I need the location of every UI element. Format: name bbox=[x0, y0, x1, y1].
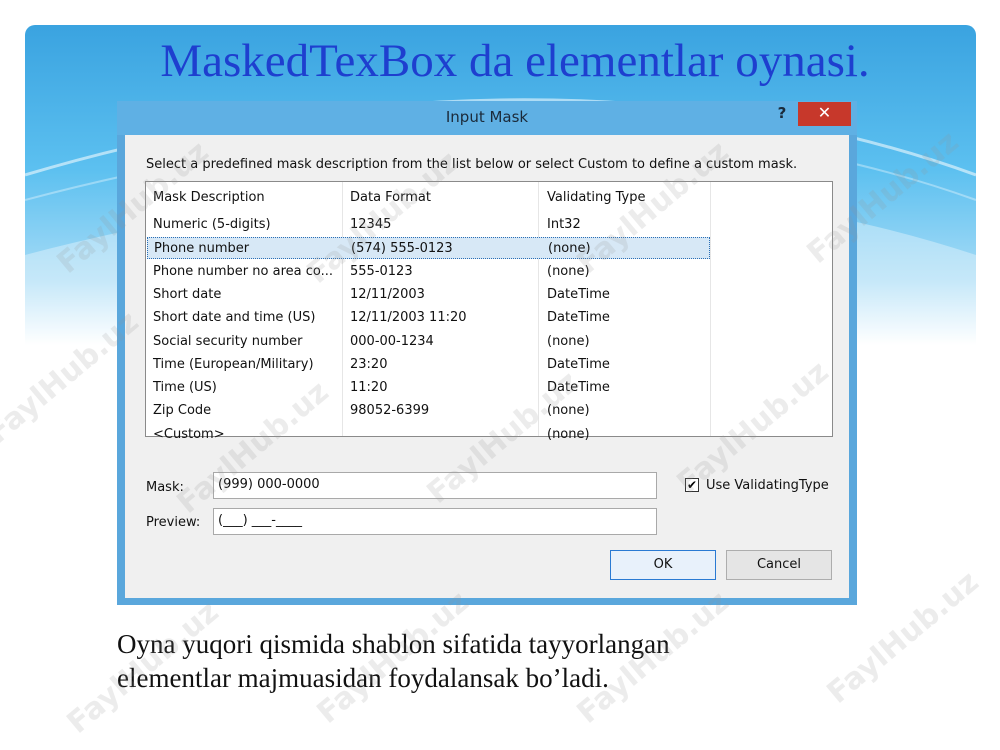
validating-type-cell: DateTime bbox=[547, 286, 610, 302]
use-validating-type-checkbox[interactable]: ✔ bbox=[685, 478, 699, 492]
mask-description-cell: Social security number bbox=[153, 333, 303, 349]
column-header-validating-type[interactable]: Validating Type bbox=[547, 190, 645, 205]
data-format-cell: 98052-6399 bbox=[350, 403, 430, 419]
use-validating-type-label[interactable]: Use ValidatingType bbox=[706, 478, 829, 493]
mask-description-cell: Zip Code bbox=[153, 403, 212, 419]
validating-type-cell: DateTime bbox=[547, 356, 610, 372]
dialog-titlebar[interactable]: Input Mask ? ✕ bbox=[117, 101, 857, 135]
validating-type-cell: (none) bbox=[547, 263, 590, 279]
mask-description-cell: Numeric (5-digits) bbox=[153, 217, 271, 232]
data-format-cell: (574) 555-0123 bbox=[351, 241, 453, 257]
list-item[interactable]: Numeric (5-digits) 12345 Int32 bbox=[147, 214, 710, 236]
data-format-cell: 555-0123 bbox=[350, 263, 413, 279]
list-item[interactable]: <Custom> (none) bbox=[147, 424, 710, 446]
help-button[interactable]: ? bbox=[772, 104, 792, 126]
preview-label: Preview: bbox=[146, 515, 201, 530]
data-format-cell: 12/11/2003 bbox=[350, 286, 425, 302]
instruction-text: Select a predefined mask description fro… bbox=[146, 157, 798, 172]
data-format-cell: 000-00-1234 bbox=[350, 333, 434, 349]
body-line-2: elementlar majmuasidan foydalansak bo’la… bbox=[117, 663, 609, 693]
validating-type-cell: (none) bbox=[547, 403, 590, 419]
validating-type-cell: DateTime bbox=[547, 310, 610, 326]
validating-type-cell: (none) bbox=[548, 241, 591, 257]
mask-description-cell: Phone number bbox=[154, 241, 250, 257]
preview-input[interactable]: (___) ___-____ bbox=[213, 508, 657, 535]
ok-button[interactable]: OK bbox=[610, 550, 716, 580]
mask-list[interactable]: Mask Description Data Format Validating … bbox=[145, 181, 833, 442]
close-button[interactable]: ✕ bbox=[798, 102, 851, 126]
list-item[interactable]: Phone number no area co... 555-0123 (none) bbox=[147, 261, 710, 283]
list-item[interactable]: Short date and time (US) 12/11/2003 11:20… bbox=[147, 307, 710, 329]
cancel-button[interactable]: Cancel bbox=[726, 550, 832, 580]
body-line-1: Oyna yuqori qismida shablon sifatida tay… bbox=[117, 629, 670, 659]
mask-description-cell: Time (European/Military) bbox=[153, 356, 314, 372]
validating-type-cell: (none) bbox=[547, 426, 590, 442]
list-item[interactable]: Short date 12/11/2003 DateTime bbox=[147, 284, 710, 306]
mask-description-cell: Phone number no area co... bbox=[153, 263, 333, 279]
list-item[interactable]: Time (US) 11:20 DateTime bbox=[147, 377, 710, 399]
list-item[interactable]: Zip Code 98052-6399 (none) bbox=[147, 400, 710, 422]
dialog-title: Input Mask bbox=[445, 108, 529, 126]
slide-body-text: Oyna yuqori qismida shablon sifatida tay… bbox=[117, 627, 937, 695]
data-format-cell: 11:20 bbox=[350, 380, 388, 396]
list-item[interactable]: Phone number (574) 555-0123 (none) bbox=[147, 237, 710, 260]
data-format-cell: 12/11/2003 11:20 bbox=[350, 310, 467, 326]
dialog-body: Select a predefined mask description fro… bbox=[125, 135, 849, 598]
column-header-mask-description[interactable]: Mask Description bbox=[153, 190, 265, 205]
list-item[interactable]: Time (European/Military) 23:20 DateTime bbox=[147, 354, 710, 376]
mask-description-cell: Short date bbox=[153, 286, 222, 302]
mask-description-cell: Time (US) bbox=[153, 380, 217, 396]
validating-type-cell: (none) bbox=[547, 333, 590, 349]
column-separator bbox=[710, 182, 711, 436]
column-header-data-format[interactable]: Data Format bbox=[350, 190, 431, 205]
slide-title: MaskedTexBox da elementlar oynasi. bbox=[160, 35, 870, 87]
data-format-cell: 23:20 bbox=[350, 356, 388, 372]
close-icon: ✕ bbox=[817, 103, 832, 122]
validating-type-cell: DateTime bbox=[547, 380, 610, 396]
mask-label: Mask: bbox=[146, 480, 184, 495]
mask-description-cell: <Custom> bbox=[153, 426, 225, 442]
input-mask-dialog: Input Mask ? ✕ Select a predefined mask … bbox=[117, 101, 857, 605]
mask-input[interactable]: (999) 000-0000 bbox=[213, 472, 657, 499]
data-format-cell: 12345 bbox=[350, 217, 392, 232]
list-item[interactable]: Social security number 000-00-1234 (none) bbox=[147, 331, 710, 353]
mask-description-cell: Short date and time (US) bbox=[153, 310, 316, 326]
validating-type-cell: Int32 bbox=[547, 217, 581, 232]
